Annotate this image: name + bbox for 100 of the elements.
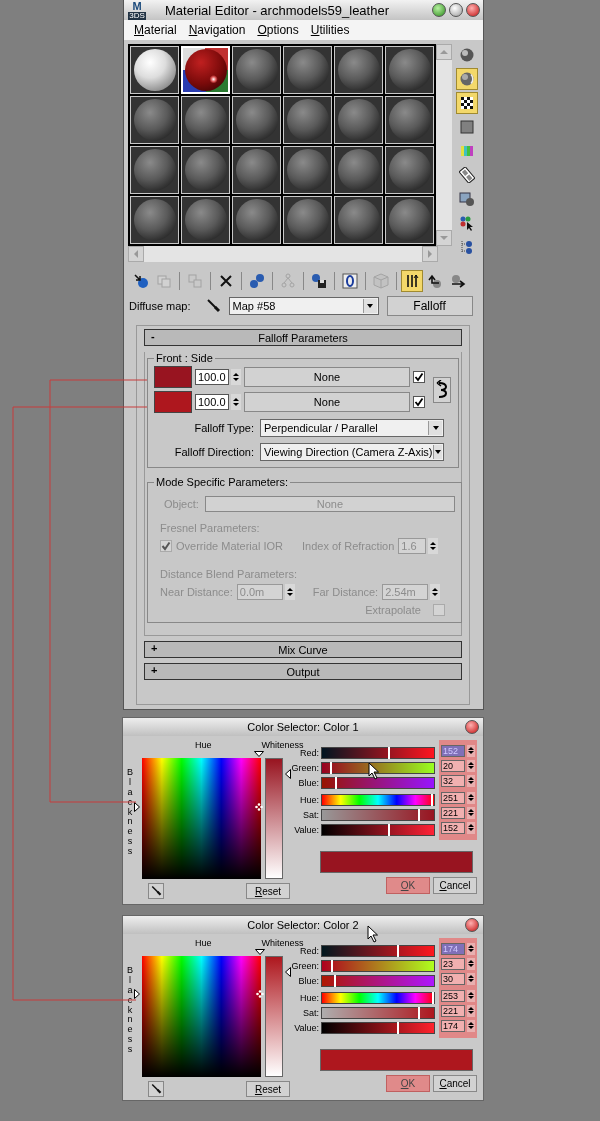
- ok-button[interactable]: OK: [386, 877, 430, 894]
- material-slot[interactable]: [232, 96, 281, 144]
- whiteness-marker-icon[interactable]: [285, 769, 291, 780]
- whiteness-marker-icon[interactable]: [285, 967, 291, 978]
- ok-button[interactable]: OK: [386, 1075, 430, 1092]
- material-slot[interactable]: [232, 196, 281, 244]
- map-name-dropdown[interactable]: Map #58: [228, 297, 379, 315]
- whiteness-bar[interactable]: [265, 758, 283, 879]
- material-slot[interactable]: [130, 146, 179, 194]
- whiteness-bar[interactable]: [265, 956, 283, 1077]
- color-slider[interactable]: [321, 808, 435, 821]
- menu-item[interactable]: Material: [130, 23, 181, 37]
- falloff-type-dropdown[interactable]: Perpendicular / Parallel: [260, 419, 444, 437]
- checker-button[interactable]: [456, 92, 478, 114]
- minimize-button[interactable]: [432, 3, 446, 17]
- color-slider[interactable]: [321, 776, 435, 789]
- close-button[interactable]: [465, 720, 479, 734]
- slider-thumb[interactable]: [331, 959, 334, 972]
- color-slider[interactable]: [321, 793, 435, 806]
- material-slot[interactable]: [283, 96, 332, 144]
- slider-thumb[interactable]: [418, 808, 421, 821]
- slider-thumb[interactable]: [387, 823, 390, 836]
- color-swatch[interactable]: [154, 391, 192, 413]
- material-sphere: [388, 99, 431, 141]
- reset-button[interactable]: Reset: [246, 1081, 290, 1097]
- group-title: Mode Specific Parameters:: [155, 476, 290, 488]
- slider-thumb[interactable]: [397, 944, 400, 957]
- node-tree-icon: [280, 273, 296, 289]
- material-slot[interactable]: [334, 196, 383, 244]
- oval-box-button[interactable]: [339, 270, 361, 292]
- slot-sphere-icon: [459, 191, 475, 207]
- slider-thumb[interactable]: [334, 974, 337, 987]
- hue-marker-icon[interactable]: [254, 751, 265, 757]
- material-slot[interactable]: [181, 146, 230, 194]
- material-slot[interactable]: [232, 146, 281, 194]
- slider-thumb[interactable]: [397, 1021, 400, 1034]
- material-slot[interactable]: [283, 46, 332, 94]
- reset-button[interactable]: Reset: [246, 883, 290, 899]
- falloff-direction-dropdown[interactable]: Viewing Direction (Camera Z-Axis): [260, 443, 444, 461]
- menu-item[interactable]: Options: [253, 23, 303, 37]
- close-button[interactable]: [466, 3, 480, 17]
- material-slot[interactable]: [385, 96, 434, 144]
- slider-thumb[interactable]: [431, 793, 434, 806]
- cancel-button[interactable]: Cancel: [433, 1075, 477, 1092]
- close-button[interactable]: [465, 918, 479, 932]
- color-slider[interactable]: [321, 991, 435, 1004]
- slider-thumb[interactable]: [432, 991, 435, 1004]
- color-slider[interactable]: [321, 746, 435, 759]
- map-slot-button[interactable]: None: [244, 367, 410, 387]
- material-slot[interactable]: [130, 96, 179, 144]
- blackness-marker-icon[interactable]: [134, 989, 140, 1000]
- blackness-marker-icon[interactable]: [134, 801, 140, 812]
- eyedropper-button[interactable]: [148, 883, 164, 899]
- color-slider[interactable]: [321, 1006, 435, 1019]
- material-slot[interactable]: [283, 196, 332, 244]
- material-slot[interactable]: [130, 196, 179, 244]
- swap-button[interactable]: [433, 376, 451, 403]
- maximize-button[interactable]: [449, 3, 463, 17]
- hue-blackness-picker[interactable]: [142, 758, 261, 879]
- bars-up-button[interactable]: [401, 270, 423, 292]
- material-slot[interactable]: [283, 146, 332, 194]
- slider-thumb[interactable]: [329, 761, 332, 774]
- slider-thumb[interactable]: [387, 746, 390, 759]
- material-slot[interactable]: [334, 46, 383, 94]
- checkbox[interactable]: [413, 396, 425, 408]
- color-slider[interactable]: [321, 823, 435, 836]
- collapse-sign: -: [151, 330, 155, 342]
- color-slider[interactable]: [321, 944, 435, 957]
- slider-thumb[interactable]: [418, 1006, 421, 1019]
- rollout-header[interactable]: + Output: [144, 663, 462, 680]
- eyedropper-icon[interactable]: [204, 298, 221, 314]
- material-slot[interactable]: [181, 96, 230, 144]
- rollout-header[interactable]: + Mix Curve: [144, 641, 462, 658]
- rollout-header[interactable]: - Falloff Parameters: [144, 329, 462, 346]
- material-slot[interactable]: [181, 196, 230, 244]
- material-slot[interactable]: [334, 96, 383, 144]
- material-slot[interactable]: [334, 146, 383, 194]
- material-sphere: [235, 199, 278, 241]
- backlit-sphere-button[interactable]: [456, 68, 478, 90]
- map-slot-button[interactable]: None: [244, 392, 410, 412]
- hue-blackness-picker[interactable]: [142, 956, 261, 1077]
- material-slot[interactable]: [130, 46, 179, 94]
- color-slider[interactable]: [321, 1021, 435, 1034]
- material-slot[interactable]: [385, 146, 434, 194]
- menu-item[interactable]: Navigation: [184, 23, 250, 37]
- material-slot[interactable]: [385, 46, 434, 94]
- material-sphere: [133, 49, 176, 91]
- menu-item[interactable]: Utilities: [306, 23, 354, 37]
- hue-marker-icon[interactable]: [255, 949, 266, 955]
- material-slot[interactable]: [385, 196, 434, 244]
- color-slider[interactable]: [321, 974, 435, 987]
- material-slot[interactable]: [232, 46, 281, 94]
- color-slider[interactable]: [321, 959, 435, 972]
- color-slider[interactable]: [321, 761, 435, 774]
- cancel-button[interactable]: Cancel: [433, 877, 477, 894]
- color-swatch[interactable]: [154, 366, 192, 388]
- eyedropper-button[interactable]: [148, 1081, 164, 1097]
- channel-label: Hue:: [299, 794, 319, 805]
- checkbox[interactable]: [413, 371, 425, 383]
- map-type-button[interactable]: Falloff: [386, 296, 473, 316]
